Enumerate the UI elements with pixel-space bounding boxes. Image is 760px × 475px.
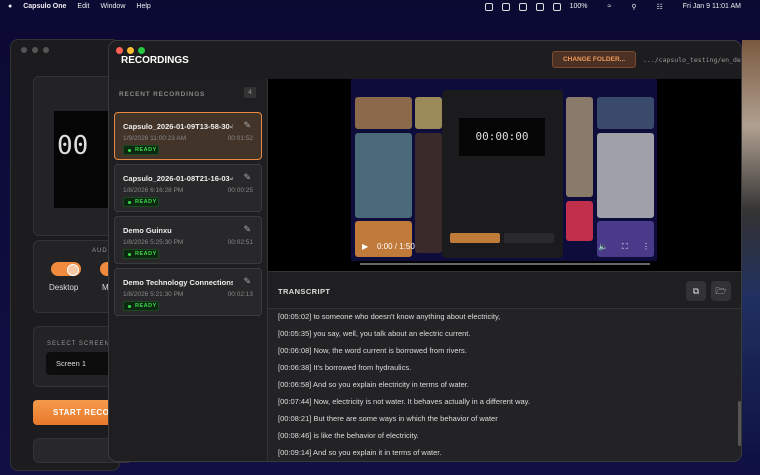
recording-date: 1/9/2026 11:00:23 AM [123,135,187,142]
transcript-line: [00:06:58] And so you explain electricit… [278,380,469,389]
recording-duration: 00:00:25 [227,187,253,194]
search-icon[interactable]: ⚲ [631,3,636,11]
menu-bar: ● Capsulo One Edit Window Help 100% ≈ ⚲ … [0,0,760,13]
edit-pencil-icon[interactable]: ✎ [243,172,251,183]
recording-name: Demo Technology Connections [123,278,233,287]
recording-name: Capsulo_2026-01-09T13-58-30-5 [123,122,233,131]
recording-duration: 00:02:13 [227,291,253,298]
video-time: 0:00 / 1:50 [377,242,415,251]
volume-icon[interactable]: 🔈 [598,242,608,251]
play-icon[interactable]: ▶ [362,242,368,251]
status-icon[interactable] [518,2,527,11]
recordings-window: RECORDINGS CHANGE FOLDER... .../capsulo_… [108,40,742,462]
embedded-app-window: 00:00:00 [442,90,563,258]
folder-path: .../capsulo_testing/en_demo [643,56,742,64]
desktop-audio-toggle[interactable] [51,262,81,276]
recording-date: 1/8/2026 5:25:30 PM [123,239,184,246]
status-badge: READY [123,249,159,259]
apple-icon[interactable]: ● [8,3,12,10]
recordings-count-badge: 4 [244,87,256,98]
status-badge: READY [123,301,159,311]
desktop-label: Desktop [49,283,79,292]
status-badge: READY [123,197,159,207]
background-app-window[interactable]: 00 AUDIO Desktop Micr SELECT SCREEN/W Sc… [10,39,136,471]
transcript-list[interactable]: [00:05:02] to someone who doesn't know a… [268,309,741,461]
status-icon[interactable] [501,2,510,11]
battery-percent: 100% [569,3,588,10]
transcript-header: TRANSCRIPT ⧉ 🗁 [268,271,741,309]
background-window-edge [742,40,760,470]
recording-name: Demo Guinxu [123,226,172,235]
video-player[interactable]: 00:00:00 ▶ 0:00 / 1:50 🔈 ⛶ ⋮ [268,79,741,271]
recording-date: 1/8/2026 5:21:30 PM [123,291,184,298]
transcript-line: [00:09:14] And so you explain it in term… [278,448,442,457]
window-controls[interactable] [116,47,145,54]
transcript-scrollbar[interactable] [738,401,741,446]
recording-duration: 00:02:51 [227,239,253,246]
recording-item[interactable]: Demo Guinxu ✎ 1/8/2026 5:25:30 PM 00:02:… [114,216,262,264]
edit-pencil-icon[interactable]: ✎ [243,276,251,287]
menu-help[interactable]: Help [136,3,150,10]
clock[interactable]: Fri Jan 9 11:01 AM [683,3,741,10]
recent-recordings-heading: RECENT RECORDINGS [119,91,206,98]
video-frame: 00:00:00 [351,79,657,261]
minimize-button[interactable] [127,47,134,54]
edit-pencil-icon[interactable]: ✎ [243,224,251,235]
window-controls[interactable] [21,47,49,53]
transcript-line: [00:05:02] to someone who doesn't know a… [278,312,501,321]
recordings-sidebar: RECENT RECORDINGS 4 Capsulo_2026-01-09T1… [109,79,268,461]
change-folder-button[interactable]: CHANGE FOLDER... [552,51,636,68]
transcript-line: [00:06:38] It's borrowed from hydraulics… [278,363,412,372]
edit-pencil-icon[interactable]: ✎ [243,120,251,131]
fullscreen-icon[interactable]: ⛶ [622,242,628,252]
embedded-timer: 00:00:00 [459,118,545,156]
recording-item[interactable]: Demo Technology Connections ✎ 1/8/2026 5… [114,268,262,316]
zoom-button[interactable] [138,47,145,54]
transcript-line: [00:08:21] But there are some ways in wh… [278,414,498,423]
control-center-icon[interactable]: ☷ [656,3,662,11]
video-progress-bar[interactable] [360,263,650,265]
recording-item[interactable]: Capsulo_2026-01-09T13-58-30-5 ✎ 1/9/2026… [114,112,262,160]
open-folder-icon[interactable]: 🗁 [711,281,731,301]
wifi-icon[interactable]: ≈ [608,3,612,10]
more-options-icon[interactable]: ⋮ [642,242,650,251]
keyboard-input-icon[interactable] [552,2,561,11]
menu-app-name[interactable]: Capsulo One [23,3,66,10]
transcript-line: [00:06:08] Now, the word current is borr… [278,346,467,355]
menu-edit[interactable]: Edit [77,3,89,10]
close-button[interactable] [116,47,123,54]
recording-item[interactable]: Capsulo_2026-01-08T21-16-03-0 ✎ 1/8/2026… [114,164,262,212]
transcript-line: [00:08:46] is like the behavior of elect… [278,431,419,440]
headphones-icon[interactable] [535,2,544,11]
transcript-line: [00:05:35] you say, well, you talk about… [278,329,471,338]
recording-name: Capsulo_2026-01-08T21-16-03-0 [123,174,233,183]
recording-date: 1/8/2026 6:16:28 PM [123,187,184,194]
window-title: RECORDINGS [121,55,189,66]
copy-icon[interactable]: ⧉ [686,281,706,301]
menu-window[interactable]: Window [100,3,125,10]
status-badge: READY [123,145,159,155]
transcript-title: TRANSCRIPT [278,287,331,296]
record-status-icon[interactable] [484,2,493,11]
recording-duration: 00:01:52 [227,135,253,142]
transcript-line: [00:07:44] Now, electricity is not water… [278,397,530,406]
